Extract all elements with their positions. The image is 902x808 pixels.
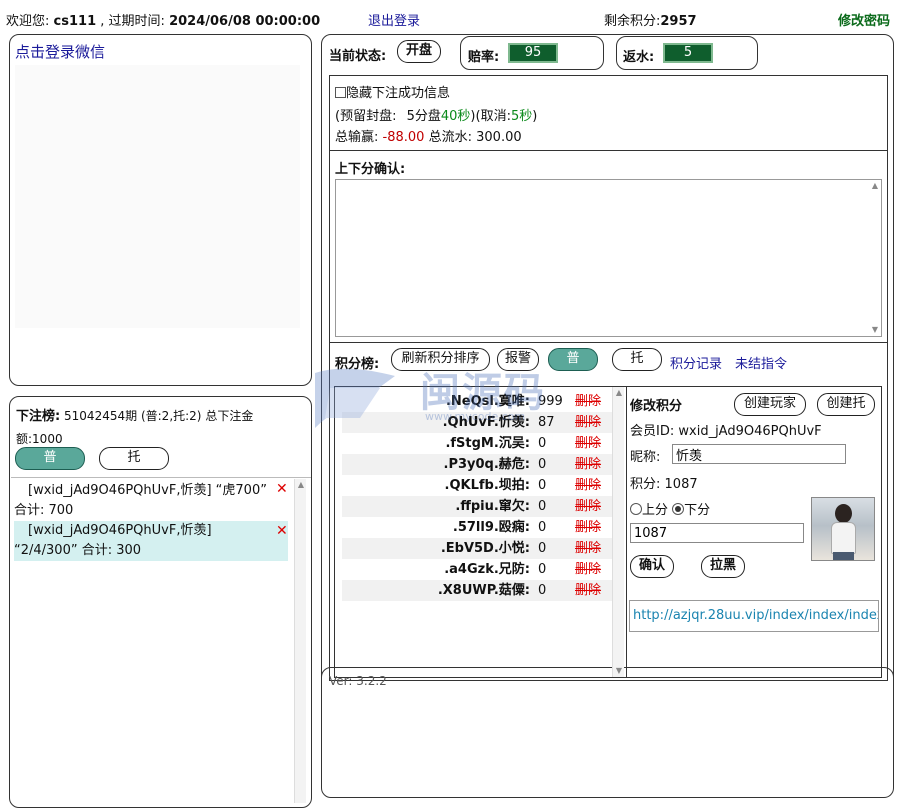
username: cs111	[53, 14, 97, 29]
ranking-row[interactable]: .EbV5D.小悦: 0 删除	[342, 538, 612, 559]
ranking-tuo-button[interactable]: 托	[612, 348, 662, 371]
ranking-row[interactable]: .a4Gzk.兄防: 0 删除	[342, 559, 612, 580]
delete-link[interactable]: 删除	[575, 559, 601, 580]
bets-scrollbar[interactable]: ▲	[294, 479, 306, 803]
wechat-panel: 点击登录微信	[9, 34, 312, 386]
rebate-box: 返水: 5	[616, 36, 758, 70]
odds-box: 赔率: 95	[460, 36, 604, 70]
bet-item: [wxid_jAd9O46PQhUvF,忻羡] “虎700” 合计: 700	[14, 481, 288, 521]
ranking-row[interactable]: .NeQsl.寞唯: 999 删除	[342, 391, 612, 412]
delete-link[interactable]: 删除	[575, 517, 601, 538]
nickname-label: 昵称:	[630, 450, 661, 465]
delete-link[interactable]: 删除	[575, 475, 601, 496]
delete-link[interactable]: 删除	[575, 538, 601, 559]
bets-summary: 下注榜: 51042454期 (普:2,托:2) 总下注金 额:1000	[16, 409, 254, 446]
bets-normal-button[interactable]: 普	[15, 447, 85, 470]
url-field[interactable]: http://azjqr.28uu.vip/index/index/index?…	[629, 600, 879, 632]
alert-button[interactable]: 报警	[497, 348, 539, 371]
scroll-down-icon[interactable]: ▼	[869, 324, 881, 336]
ranking-normal-button[interactable]: 普	[548, 348, 598, 371]
confirm-points-button[interactable]: 确认	[630, 555, 674, 578]
close-time-info: (预留封盘: 5分盘40秒)(取消:5秒)	[335, 109, 538, 124]
confirm-textarea[interactable]: ▲ ▼	[335, 179, 882, 337]
info-box: 隐藏下注成功信息 (预留封盘: 5分盘40秒)(取消:5秒) 总输赢: -88.…	[329, 75, 888, 151]
rebate-value[interactable]: 5	[663, 43, 713, 63]
ranking-row[interactable]: .QKLfb.坝拍: 0 删除	[342, 475, 612, 496]
wechat-login-link[interactable]: 点击登录微信	[15, 41, 105, 62]
totals-info: 总输赢: -88.00 总流水: 300.00	[335, 130, 522, 145]
points-display: 积分: 1087	[630, 477, 698, 492]
header-welcome: 欢迎您: cs111 , 过期时间: 2024/06/08 00:00:00	[6, 14, 321, 29]
scroll-up-icon[interactable]: ▲	[295, 479, 307, 491]
create-tuo-button[interactable]: 创建托	[817, 393, 875, 416]
down-radio[interactable]	[672, 503, 685, 515]
qrcode-area	[15, 65, 300, 328]
scroll-up-icon[interactable]: ▲	[613, 387, 625, 399]
ranking-row[interactable]: .ffpiu.窜欠: 0 删除	[342, 496, 612, 517]
blacklist-button[interactable]: 拉黑	[701, 555, 745, 578]
bet-item: [wxid_jAd9O46PQhUvF,忻羡] “2/4/300” 合计: 30…	[14, 521, 288, 561]
member-id: 会员ID: wxid_jAd9O46PQhUvF	[630, 424, 822, 439]
state-label: 当前状态:	[329, 49, 387, 64]
delete-link[interactable]: 删除	[575, 580, 601, 601]
bets-panel: 下注榜: 51042454期 (普:2,托:2) 总下注金 额:1000 普 托…	[9, 396, 312, 808]
remove-bet-icon[interactable]: ✕	[276, 523, 288, 539]
change-password-link[interactable]: 修改密码	[838, 10, 890, 29]
ranking-row[interactable]: .X8UWP.菇僳: 0 删除	[342, 580, 612, 601]
lower-panel	[321, 667, 894, 798]
odds-value[interactable]: 95	[508, 43, 558, 63]
remove-bet-icon[interactable]: ✕	[276, 481, 288, 497]
pending-orders-link[interactable]: 未结指令	[735, 353, 787, 372]
nickname-input[interactable]	[672, 444, 846, 464]
state-button[interactable]: 开盘	[397, 40, 441, 63]
hide-success-toggle[interactable]: 隐藏下注成功信息	[335, 82, 450, 101]
delete-link[interactable]: 删除	[575, 412, 601, 433]
remaining-points: 剩余积分:2957	[604, 14, 697, 29]
confirm-scrollbar[interactable]: ▲ ▼	[869, 180, 881, 336]
checkbox[interactable]	[335, 87, 346, 98]
delete-link[interactable]: 删除	[575, 391, 601, 412]
version-label: Ver: 3.2.2	[329, 674, 387, 688]
scroll-down-icon[interactable]: ▼	[613, 665, 625, 677]
confirm-title: 上下分确认:	[335, 162, 406, 177]
refresh-ranking-button[interactable]: 刷新积分排序	[391, 348, 490, 371]
divider	[11, 477, 311, 478]
delete-link[interactable]: 删除	[575, 433, 601, 454]
ranking-row[interactable]: .QhUvF.忻羡: 87 删除	[342, 412, 612, 433]
ranking-row[interactable]: .P3y0q.赫危: 0 删除	[342, 454, 612, 475]
bets-tuo-button[interactable]: 托	[99, 447, 169, 470]
amount-input[interactable]	[630, 523, 804, 543]
delete-link[interactable]: 删除	[575, 454, 601, 475]
points-record-link[interactable]: 积分记录	[670, 353, 722, 372]
create-player-button[interactable]: 创建玩家	[734, 393, 806, 416]
ranking-row[interactable]: .57ll9.殴痫: 0 删除	[342, 517, 612, 538]
edit-points-title: 修改积分	[630, 399, 683, 414]
delete-link[interactable]: 删除	[575, 496, 601, 517]
up-down-radio-group: 上分 下分	[630, 499, 710, 518]
ranking-scrollbar[interactable]: ▲ ▼	[612, 387, 624, 677]
ranking-row[interactable]: .fStgM.沉吴: 0 删除	[342, 433, 612, 454]
up-radio[interactable]	[630, 503, 642, 515]
expire-time: 2024/06/08 00:00:00	[169, 14, 321, 29]
logout-link[interactable]: 退出登录	[368, 10, 420, 29]
ranking-title: 积分榜:	[335, 357, 380, 372]
confirm-box: 上下分确认: ▲ ▼	[329, 150, 888, 343]
scroll-up-icon[interactable]: ▲	[869, 180, 881, 192]
avatar	[811, 497, 875, 561]
